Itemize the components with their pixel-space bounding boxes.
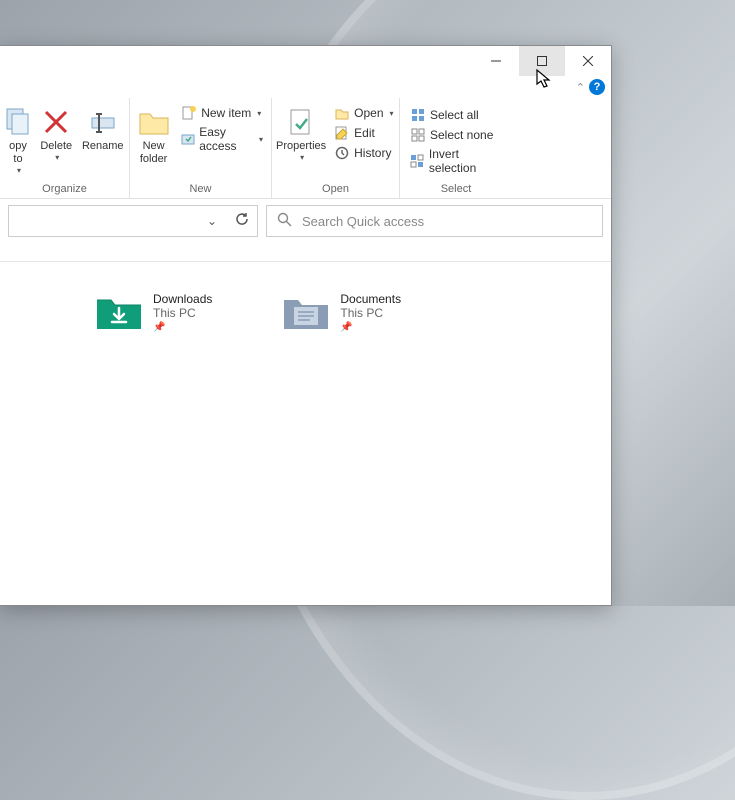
select-none-button[interactable]: Select none [406,126,508,144]
pin-icon: 📌 [340,322,401,333]
pin-icon: 📌 [153,322,212,333]
search-input[interactable]: Search Quick access [266,205,603,237]
group-label-new: New [134,181,267,198]
invert-selection-icon [410,153,425,169]
select-all-button[interactable]: Select all [406,106,508,124]
address-bar-row: ⌄ Search Quick access [0,199,611,243]
copy-to-button[interactable]: opy to ▾ [4,104,32,177]
new-item-icon [181,105,197,121]
delete-x-icon [40,106,72,138]
quick-access-downloads[interactable]: Downloads This PC 📌 [95,292,212,575]
help-icon[interactable]: ? [589,79,605,95]
chevron-down-icon: ▾ [300,153,304,162]
easy-access-icon [181,131,195,147]
copy-icon [2,106,34,138]
item-title: Downloads [153,292,212,306]
file-explorer-window: ⌃ ? opy to ▾ Delete ▾ [0,45,612,606]
select-none-icon [410,127,426,143]
open-button[interactable]: Open ▾ [330,104,397,122]
close-button[interactable] [565,46,611,76]
properties-button[interactable]: Properties ▾ [276,104,326,164]
group-label-select: Select [404,181,508,198]
group-label-open: Open [276,181,395,198]
search-icon [277,212,292,230]
new-item-button[interactable]: New item ▾ [177,104,267,122]
history-icon [334,145,350,161]
ribbon-collapse-bar: ⌃ ? [0,76,611,98]
chevron-down-icon: ▾ [257,109,261,118]
new-folder-button[interactable]: Newfolder [134,104,173,168]
quick-access-documents[interactable]: Documents This PC 📌 [282,292,401,575]
maximize-button[interactable] [519,46,565,76]
rename-icon [87,106,119,138]
collapse-ribbon-icon[interactable]: ⌃ [576,81,585,94]
ribbon: opy to ▾ Delete ▾ Rename Organiz [0,98,611,199]
edit-button[interactable]: Edit [330,124,397,142]
titlebar [0,46,611,76]
chevron-down-icon: ▾ [55,153,59,162]
documents-folder-icon [282,292,330,332]
delete-button[interactable]: Delete ▾ [34,104,79,164]
edit-icon [334,125,350,141]
easy-access-button[interactable]: Easy access ▾ [177,124,267,154]
minimize-button[interactable] [473,46,519,76]
downloads-folder-icon [95,292,143,332]
chevron-down-icon: ▾ [390,109,394,118]
search-placeholder: Search Quick access [302,214,424,229]
chevron-down-icon: ▾ [17,166,21,175]
chevron-down-icon: ▾ [259,135,263,144]
select-all-icon [410,107,426,123]
item-subtitle: This PC [153,306,212,320]
rename-button[interactable]: Rename [81,104,126,155]
content-area: Downloads This PC 📌 Documents This PC 📌 [0,262,611,605]
item-subtitle: This PC [340,306,401,320]
history-button[interactable]: History [330,144,397,162]
item-title: Documents [340,292,401,306]
chevron-down-icon[interactable]: ⌄ [207,214,217,228]
invert-selection-button[interactable]: Invert selection [406,146,508,176]
address-bar[interactable]: ⌄ [8,205,258,237]
group-label-organize: Organize [4,181,125,198]
refresh-icon[interactable] [235,212,249,231]
folder-icon [138,106,170,138]
open-icon [334,105,350,121]
properties-icon [285,106,317,138]
